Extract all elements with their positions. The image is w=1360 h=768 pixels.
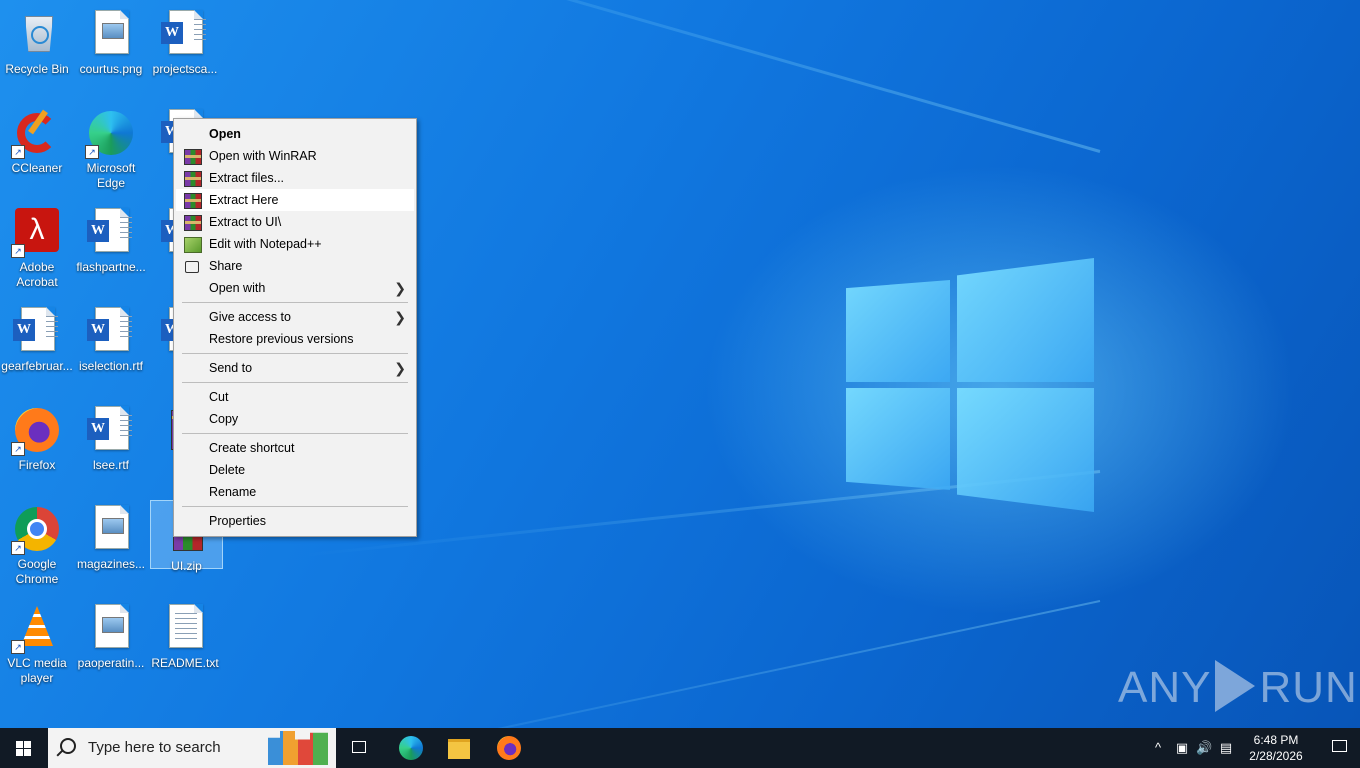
search-icon	[60, 738, 76, 754]
desktop-icon-gearfebruar[interactable]: W gearfebruar...	[0, 301, 74, 395]
menu-separator	[182, 353, 408, 354]
chevron-up-icon[interactable]: ^	[1150, 740, 1166, 756]
menu-item-extract-files[interactable]: Extract files...	[176, 167, 414, 189]
desktop-icon-adobe-acrobat[interactable]: λ ↗ Adobe Acrobat	[0, 202, 74, 296]
desktop[interactable]: Recycle Bin ↗ CCleaner λ ↗ Adobe Acrobat…	[0, 0, 1360, 728]
desktop-icon-lsee-rtf[interactable]: W lsee.rtf	[74, 400, 148, 494]
winrar-icon	[184, 193, 202, 209]
desktop-icon-microsoft-edge[interactable]: ↗ Microsoft Edge	[74, 103, 148, 197]
desktop-icon-readme-txt[interactable]: README.txt	[148, 598, 222, 692]
search-highlight-icon	[268, 731, 328, 765]
desktop-icon-vlc[interactable]: ↗ VLC media player	[0, 598, 74, 692]
taskbar-file-explorer-button[interactable]	[436, 728, 484, 768]
word-document-icon: W	[13, 307, 61, 355]
word-document-icon: W	[87, 307, 135, 355]
clock[interactable]: 6:48 PM 2/28/2026	[1238, 732, 1314, 764]
menu-item-send-to[interactable]: Send to ❯	[176, 357, 414, 379]
firefox-icon: ↗	[11, 406, 61, 456]
chevron-right-icon: ❯	[394, 309, 406, 325]
menu-item-open[interactable]: Open	[176, 123, 414, 145]
menu-item-create-shortcut[interactable]: Create shortcut	[176, 437, 414, 459]
firefox-icon	[497, 736, 521, 760]
notification-center-button[interactable]	[1320, 728, 1360, 768]
menu-item-extract-here[interactable]: Extract Here	[176, 189, 414, 211]
menu-item-cut[interactable]: Cut	[176, 386, 414, 408]
notepadpp-icon	[184, 237, 202, 253]
vlc-icon: ↗	[11, 604, 61, 654]
menu-item-restore-previous-versions[interactable]: Restore previous versions	[176, 328, 414, 350]
chrome-icon: ↗	[11, 505, 61, 555]
edge-icon: ↗	[85, 109, 135, 159]
text-file-icon	[161, 604, 209, 652]
windows-logo-icon	[16, 741, 32, 756]
start-button[interactable]	[0, 728, 48, 768]
desktop-icon-paoperatin[interactable]: paoperatin...	[74, 598, 148, 692]
chevron-right-icon: ❯	[394, 360, 406, 376]
desktop-icon-flashpartne[interactable]: W flashpartne...	[74, 202, 148, 296]
taskbar-edge-button[interactable]	[387, 728, 435, 768]
word-document-icon: W	[87, 406, 135, 454]
desktop-icon-firefox[interactable]: ↗ Firefox	[0, 400, 74, 494]
volume-icon[interactable]: 🔊	[1196, 740, 1212, 756]
taskbar-firefox-button[interactable]	[485, 728, 533, 768]
edge-icon	[399, 736, 423, 760]
image-file-icon	[87, 10, 135, 58]
desktop-icon-recycle-bin[interactable]: Recycle Bin	[0, 4, 74, 98]
anyrun-watermark: ANY RUN	[1118, 660, 1358, 713]
light-beam	[219, 600, 1101, 728]
desktop-icon-projectsca[interactable]: W projectsca...	[148, 4, 222, 98]
play-icon	[1215, 660, 1256, 712]
menu-item-open-with-winrar[interactable]: Open with WinRAR	[176, 145, 414, 167]
menu-item-extract-to-ui[interactable]: Extract to UI\	[176, 211, 414, 233]
winrar-icon	[184, 171, 202, 187]
menu-item-give-access-to[interactable]: Give access to ❯	[176, 306, 414, 328]
desktop-icon-courtus-png[interactable]: courtus.png	[74, 4, 148, 98]
network-icon[interactable]: ▤	[1218, 740, 1234, 756]
menu-item-share[interactable]: Share	[176, 255, 414, 277]
word-document-icon: W	[87, 208, 135, 256]
menu-item-copy[interactable]: Copy	[176, 408, 414, 430]
task-view-icon	[352, 741, 366, 753]
desktop-icon-ccleaner[interactable]: ↗ CCleaner	[0, 103, 74, 197]
winrar-icon	[184, 215, 202, 231]
windows-wallpaper-logo	[846, 258, 1094, 512]
taskbar-search-box[interactable]: Type here to search	[48, 728, 336, 768]
menu-separator	[182, 382, 408, 383]
chevron-right-icon: ❯	[394, 280, 406, 296]
ccleaner-icon: ↗	[11, 109, 61, 159]
menu-separator	[182, 433, 408, 434]
word-document-icon: W	[161, 10, 209, 58]
desktop-icon-magazines[interactable]: magazines...	[74, 499, 148, 593]
task-view-button[interactable]	[336, 728, 384, 768]
notification-icon	[1332, 740, 1347, 752]
share-icon	[185, 261, 199, 273]
menu-item-delete[interactable]: Delete	[176, 459, 414, 481]
taskbar: Type here to search ^ ▣ 🔊 ▤ 6:48 PM 2/28…	[0, 728, 1360, 768]
desktop-icon-iselection-rtf[interactable]: W iselection.rtf	[74, 301, 148, 395]
image-file-icon	[87, 604, 135, 652]
folder-icon	[448, 739, 470, 759]
menu-item-edit-with-notepadpp[interactable]: Edit with Notepad++	[176, 233, 414, 255]
context-menu: Open Open with WinRAR Extract files... E…	[173, 118, 417, 537]
winrar-icon	[184, 149, 202, 165]
menu-item-properties[interactable]: Properties	[176, 510, 414, 532]
image-file-icon	[87, 505, 135, 553]
meet-now-icon[interactable]: ▣	[1174, 740, 1190, 756]
system-tray: ^ ▣ 🔊 ▤ 6:48 PM 2/28/2026	[1140, 728, 1360, 768]
acrobat-icon: λ ↗	[11, 208, 61, 258]
menu-separator	[182, 506, 408, 507]
desktop-icon-google-chrome[interactable]: ↗ Google Chrome	[0, 499, 74, 593]
menu-item-rename[interactable]: Rename	[176, 481, 414, 503]
recycle-bin-icon	[13, 10, 61, 58]
menu-separator	[182, 302, 408, 303]
menu-item-open-with[interactable]: Open with ❯	[176, 277, 414, 299]
